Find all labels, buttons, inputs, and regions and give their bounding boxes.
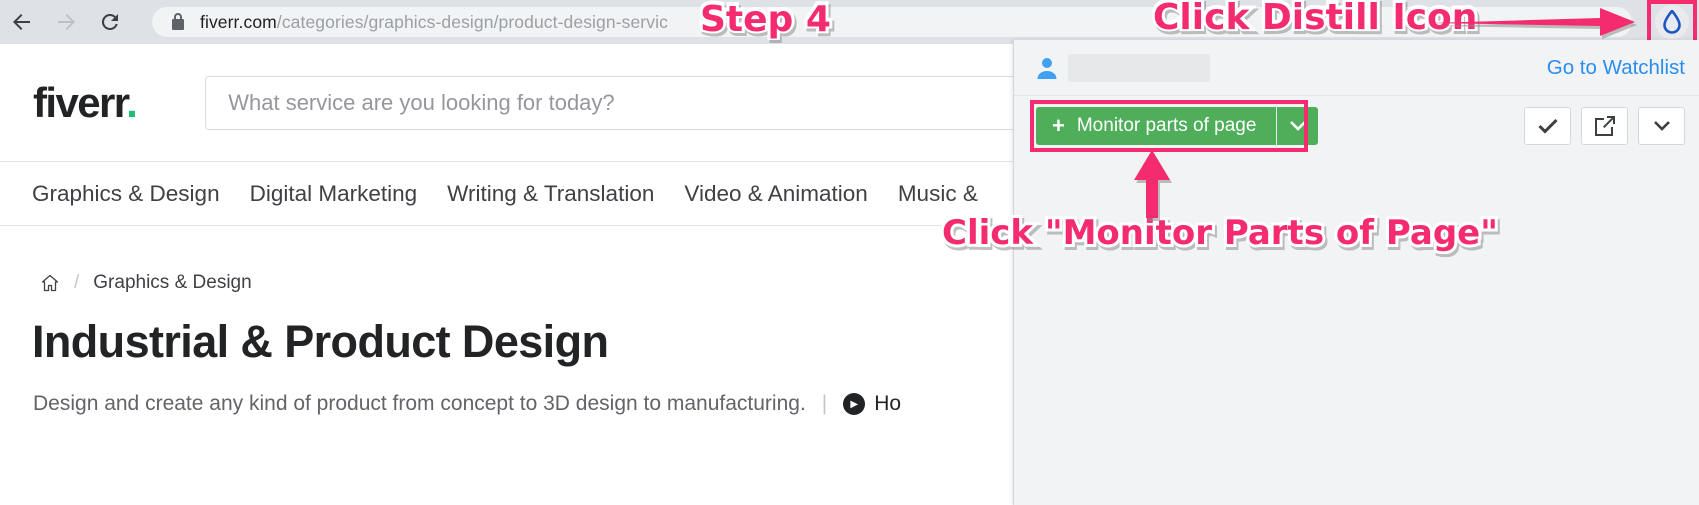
open-external-button[interactable] [1581,107,1628,145]
distill-popup-toolbar: + Monitor parts of page [1014,96,1699,156]
logo-text: fiverr [33,78,128,126]
play-circle-icon[interactable]: ▶ [843,393,866,415]
select-all-check-button[interactable] [1524,107,1571,145]
screenshot-root: fiverr.com/categories/graphics-design/pr… [0,0,1699,505]
home-icon[interactable] [40,273,60,293]
distill-popup-header: Go to Watchlist [1014,40,1699,96]
monitor-parts-of-page-button[interactable]: + Monitor parts of page [1036,107,1277,145]
more-options-dropdown-button[interactable] [1638,107,1685,145]
logo-dot: . [126,78,138,126]
padlock-icon [170,13,186,31]
external-link-icon [1594,116,1615,136]
nav-item-graphics-design[interactable]: Graphics & Design [32,181,220,207]
description-divider: | [821,392,828,415]
monitor-options-dropdown-button[interactable] [1276,107,1319,145]
forward-button[interactable] [44,0,88,44]
url-path: /categories/graphics-design/product-desi… [276,11,668,32]
reload-button[interactable] [88,0,132,44]
go-to-watchlist-link[interactable]: Go to Watchlist [1547,56,1685,80]
arrow-left-icon [13,14,30,30]
search-placeholder: What service are you looking for today? [228,89,615,115]
distill-toolbar-actions [1524,107,1685,145]
plus-icon: + [1052,113,1065,138]
back-button[interactable] [0,0,44,44]
person-icon [1036,56,1058,80]
distill-droplet-icon [1655,5,1689,39]
chevron-down-icon [1653,121,1670,131]
account-name-redacted [1068,53,1210,82]
address-bar[interactable]: fiverr.com/categories/graphics-design/pr… [152,7,1632,37]
fiverr-logo[interactable]: fiverr. [33,78,138,126]
distill-popup: Go to Watchlist + Monitor parts of page [1013,40,1699,505]
breadcrumb-separator: / [74,272,80,293]
how-it-works-link[interactable]: Ho [874,392,901,416]
arrow-right-icon [58,14,75,30]
nav-item-digital-marketing[interactable]: Digital Marketing [250,181,418,207]
nav-item-writing-translation[interactable]: Writing & Translation [447,181,654,207]
chevron-down-icon [1289,121,1306,131]
distill-popup-body [1014,156,1699,505]
nav-item-music[interactable]: Music & [898,181,978,207]
browser-toolbar: fiverr.com/categories/graphics-design/pr… [0,0,1699,44]
page-description: Design and create any kind of product fr… [33,392,806,415]
url-text: fiverr.com/categories/graphics-design/pr… [200,12,668,33]
reload-icon [101,13,118,30]
breadcrumb-current[interactable]: Graphics & Design [93,272,251,294]
monitor-parts-of-page-group: + Monitor parts of page [1030,100,1319,152]
distill-extension-button[interactable] [1653,3,1691,41]
nav-item-video-animation[interactable]: Video & Animation [684,181,867,207]
check-icon [1537,118,1558,134]
monitor-button-label: Monitor parts of page [1076,115,1257,136]
url-host: fiverr.com [200,11,277,32]
